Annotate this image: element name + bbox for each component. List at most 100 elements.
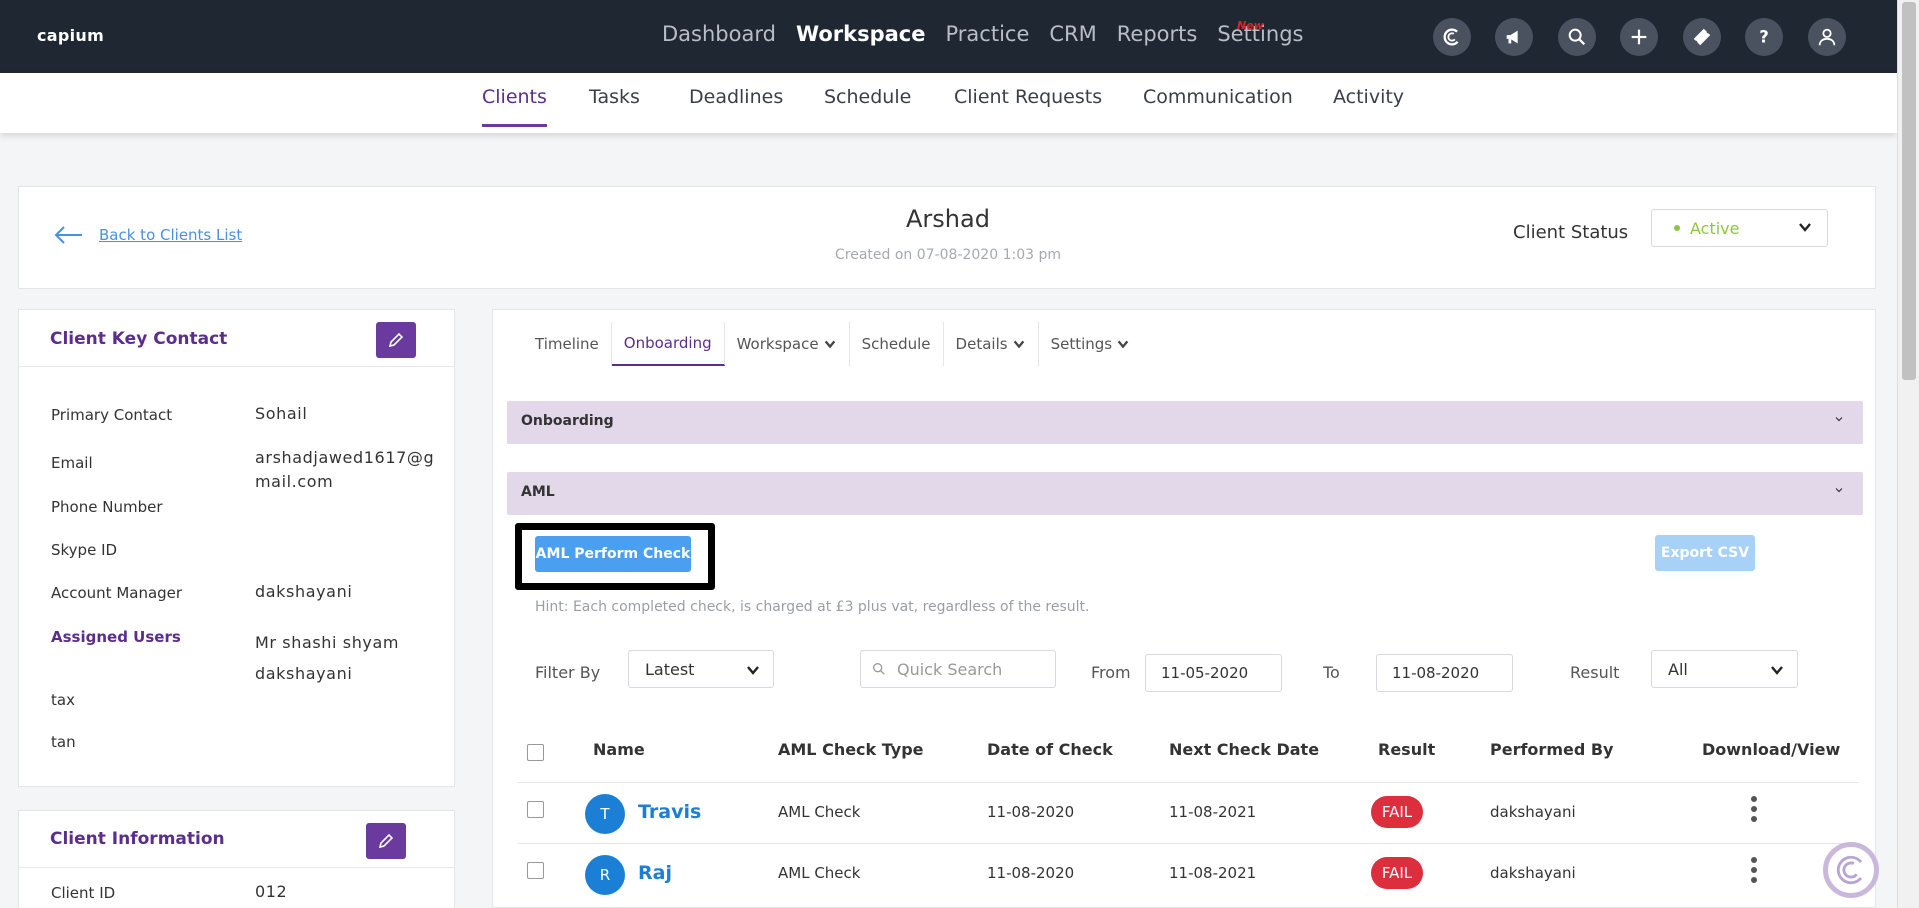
megaphone-icon [1506, 30, 1518, 44]
tab-onboarding[interactable]: Onboarding [611, 322, 725, 366]
to-label: To [1323, 663, 1340, 682]
top-navbar: capium Dashboard Workspace Practice CRM … [0, 0, 1897, 73]
tab-label: Settings [1050, 335, 1113, 353]
table-row[interactable]: R Raj AML Check 11-08-2020 11-08-2021 FA… [518, 843, 1858, 904]
col-name[interactable]: Name [593, 740, 645, 759]
edit-key-contact-button[interactable] [376, 322, 416, 358]
search-icon [1568, 28, 1586, 46]
tab-details[interactable]: Details [944, 322, 1039, 366]
row-check-type: AML Check [778, 864, 861, 882]
plus-icon [1631, 29, 1647, 45]
select-all-checkbox[interactable] [527, 744, 544, 761]
help-icon: ? [1759, 28, 1769, 47]
result-label: Result [1570, 663, 1620, 682]
result-select[interactable]: All [1651, 650, 1798, 688]
account-manager-value: dakshayani [255, 582, 353, 601]
assigned-users-label: Assigned Users [51, 628, 181, 646]
col-aml-check-type[interactable]: AML Check Type [778, 740, 924, 759]
accordion-title: Onboarding [521, 413, 614, 429]
col-result[interactable]: Result [1378, 740, 1435, 759]
nav-reports[interactable]: Reports [1117, 22, 1198, 46]
svg-text:?: ? [1759, 28, 1769, 47]
chevron-down-icon [824, 340, 835, 349]
nav-workspace[interactable]: Workspace [796, 22, 926, 46]
divider [19, 366, 454, 367]
to-date-input[interactable]: 11-08-2020 [1376, 654, 1513, 692]
sub-nav: Clients Tasks Deadlines Schedule Client … [0, 73, 1897, 133]
aml-accordion[interactable]: AML [507, 472, 1863, 515]
chevron-down-icon [1835, 417, 1843, 422]
assigned-user-2: dakshayani [255, 664, 353, 683]
subnav-schedule[interactable]: Schedule [824, 86, 911, 124]
row-performed-by: dakshayani [1490, 864, 1576, 882]
subnav-communication[interactable]: Communication [1143, 86, 1293, 124]
filter-by-value: Latest [645, 659, 695, 679]
help-button[interactable]: ? [1745, 18, 1783, 56]
chevron-down-icon [1771, 666, 1783, 675]
more-actions-icon[interactable] [1751, 857, 1757, 883]
subnav-deadlines[interactable]: Deadlines [689, 86, 783, 124]
primary-contact-label: Primary Contact [51, 406, 173, 424]
subnav-clients[interactable]: Clients [482, 86, 547, 127]
tab-timeline[interactable]: Timeline [523, 322, 612, 366]
page-scrollbar[interactable] [1897, 0, 1919, 908]
client-id-value: 012 [255, 882, 288, 901]
client-status-value: Active [1690, 218, 1740, 238]
new-badge: New [1237, 19, 1264, 32]
chevron-down-icon [1835, 488, 1843, 493]
main-nav: Dashboard Workspace Practice CRM Reports… [662, 22, 1303, 46]
user-profile-button[interactable] [1808, 18, 1846, 56]
scrollbar-thumb[interactable] [1902, 2, 1916, 380]
support-chat-widget[interactable] [1823, 842, 1879, 898]
filter-by-select[interactable]: Latest [628, 650, 774, 688]
row-date-of-check: 11-08-2020 [987, 803, 1075, 821]
aml-perform-check-button[interactable]: AML Perform Check [535, 536, 691, 572]
row-name-link[interactable]: Travis [638, 801, 701, 823]
add-new-button[interactable] [1620, 18, 1658, 56]
nav-dashboard[interactable]: Dashboard [662, 22, 776, 46]
chevron-down-icon [747, 666, 759, 675]
chevron-down-icon [1799, 223, 1811, 232]
subnav-tasks[interactable]: Tasks [589, 86, 640, 124]
to-date-value: 11-08-2020 [1392, 664, 1480, 682]
tab-label: Schedule [861, 335, 931, 353]
col-download-view: Download/View [1702, 740, 1841, 759]
edit-client-info-button[interactable] [366, 823, 406, 859]
row-name-link[interactable]: Raj [638, 862, 672, 884]
subnav-activity[interactable]: Activity [1333, 86, 1404, 124]
col-next-check-date[interactable]: Next Check Date [1169, 740, 1319, 759]
global-search-button[interactable] [1558, 18, 1596, 56]
email-label: Email [51, 454, 93, 472]
col-performed-by[interactable]: Performed By [1490, 740, 1613, 759]
tab-label: Onboarding [623, 334, 712, 352]
tab-label: Details [955, 335, 1008, 353]
capium-icon [1443, 28, 1461, 46]
tab-settings[interactable]: Settings [1039, 322, 1143, 366]
row-checkbox[interactable] [527, 862, 544, 879]
onboarding-accordion[interactable]: Onboarding [507, 401, 1863, 444]
nav-crm[interactable]: CRM [1049, 22, 1096, 46]
table-row[interactable]: T Travis AML Check 11-08-2020 11-08-2021… [518, 782, 1858, 843]
more-actions-icon[interactable] [1751, 796, 1757, 822]
row-performed-by: dakshayani [1490, 803, 1576, 821]
announcements-button[interactable] [1495, 18, 1533, 56]
client-status-select[interactable]: Active [1651, 209, 1828, 247]
filter-by-label: Filter By [535, 663, 601, 682]
row-checkbox[interactable] [527, 801, 544, 818]
capium-icon-button[interactable] [1433, 18, 1471, 56]
from-date-input[interactable]: 11-05-2020 [1145, 654, 1282, 692]
pencil-icon [388, 332, 404, 348]
tab-workspace[interactable]: Workspace [725, 322, 850, 366]
subnav-client-requests[interactable]: Client Requests [954, 86, 1102, 124]
row-date-of-check: 11-08-2020 [987, 864, 1075, 882]
app-logo[interactable]: capium [37, 26, 104, 45]
nav-practice[interactable]: Practice [946, 22, 1030, 46]
skype-label: Skype ID [51, 541, 118, 559]
tab-schedule[interactable]: Schedule [850, 322, 944, 366]
user-icon [1818, 28, 1836, 46]
export-csv-button[interactable]: Export CSV [1655, 535, 1755, 571]
col-date-of-check[interactable]: Date of Check [987, 740, 1113, 759]
tickets-button[interactable] [1683, 18, 1721, 56]
quick-search-input[interactable]: Quick Search [860, 650, 1056, 688]
row-next-check-date: 11-08-2021 [1169, 864, 1257, 882]
